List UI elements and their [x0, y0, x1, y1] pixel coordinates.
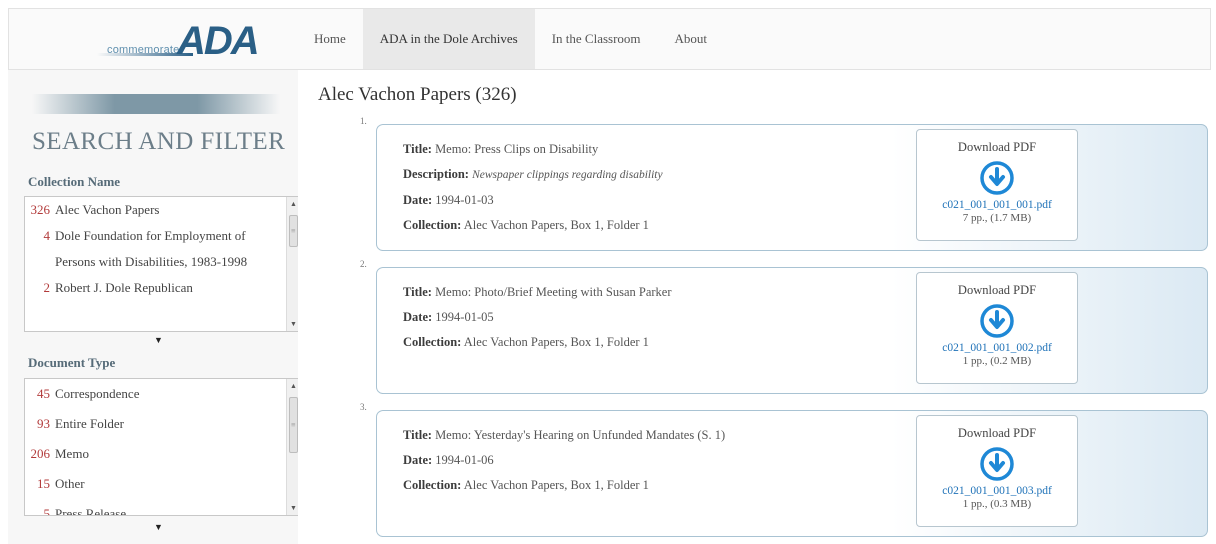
record-title: Title: Memo: Photo/Brief Meeting with Su… — [403, 285, 672, 299]
pdf-file-size: 7 pp., (1.7 MB) — [962, 212, 1032, 224]
record-date: Date: 1994-01-03 — [403, 193, 494, 207]
pdf-file-size: 1 pp., (0.3 MB) — [962, 498, 1032, 510]
record-card: Title: Memo: Photo/Brief Meeting with Su… — [376, 267, 1208, 394]
record-title: Title: Memo: Press Clips on Disability — [403, 142, 599, 156]
record-description: Description: Newspaper clippings regardi… — [403, 167, 663, 181]
scroll-up-icon[interactable]: ▲ — [290, 382, 297, 390]
collection-option[interactable]: 326 Alec Vachon Papers — [25, 197, 300, 223]
document-type-listbox[interactable]: 45 Correspondence 93 Entire Folder 206 M… — [24, 378, 301, 516]
download-pdf-label: Download PDF — [957, 140, 1037, 154]
record-collection: Collection: Alec Vachon Papers, Box 1, F… — [403, 478, 649, 492]
sidebar-decorative-bar — [32, 94, 280, 114]
option-label: Memo — [55, 446, 89, 461]
download-pdf-label: Download PDF — [957, 283, 1037, 297]
download-pdf-label: Download PDF — [957, 426, 1037, 440]
option-count: 5 — [43, 506, 51, 516]
download-icon[interactable] — [980, 447, 1014, 481]
collection-listbox[interactable]: 326 Alec Vachon Papers 4 Dole Foundation… — [24, 196, 301, 332]
record-fields: Title: Memo: Yesterday's Hearing on Unfu… — [403, 423, 903, 498]
doctype-option[interactable]: 5 Press Release — [25, 499, 300, 516]
download-pdf-box[interactable]: Download PDF c021_001_001_002.pdf 1 pp.,… — [916, 272, 1078, 384]
collection-option[interactable]: 2 Robert J. Dole Republican — [25, 275, 300, 301]
logo-small-text: commemorate — [107, 44, 180, 56]
record-number: 3. — [360, 402, 367, 412]
nav-about[interactable]: About — [658, 9, 725, 69]
doctype-option[interactable]: 15 Other — [25, 469, 300, 499]
download-icon[interactable] — [980, 304, 1014, 338]
download-pdf-box[interactable]: Download PDF c021_001_001_001.pdf 7 pp.,… — [916, 129, 1078, 241]
nav-ada-in-dole-archives[interactable]: ADA in the Dole Archives — [362, 9, 535, 69]
option-label: Correspondence — [55, 386, 140, 401]
record-fields: Title: Memo: Press Clips on Disability D… — [403, 137, 903, 238]
record-collection: Collection: Alec Vachon Papers, Box 1, F… — [403, 218, 649, 232]
document-type-heading: Document Type — [28, 355, 116, 370]
site-logo[interactable]: commemorate ADA — [97, 19, 267, 63]
option-count: 93 — [37, 416, 50, 431]
record-card: Title: Memo: Yesterday's Hearing on Unfu… — [376, 410, 1208, 537]
results-panel: Alec Vachon Papers (326) 1. Title: Memo:… — [298, 70, 1211, 544]
pdf-file-link[interactable]: c021_001_001_002.pdf — [917, 342, 1077, 354]
record-title: Title: Memo: Yesterday's Hearing on Unfu… — [403, 428, 726, 442]
collection-name-heading: Collection Name — [28, 174, 121, 189]
pdf-file-link[interactable]: c021_001_001_003.pdf — [917, 485, 1077, 497]
scroll-thumb[interactable] — [289, 397, 298, 453]
doctype-option[interactable]: 93 Entire Folder — [25, 409, 300, 439]
scroll-down-icon[interactable]: ▼ — [290, 320, 297, 328]
main-nav: Home ADA in the Dole Archives In the Cla… — [297, 9, 724, 69]
sidebar: SEARCH AND FILTER Collection Name 326 Al… — [8, 70, 301, 544]
record-fields: Title: Memo: Photo/Brief Meeting with Su… — [403, 280, 903, 355]
option-count: 326 — [30, 202, 51, 217]
option-count: 2 — [43, 280, 51, 295]
option-count: 206 — [30, 446, 51, 461]
top-header: commemorate ADA Home ADA in the Dole Arc… — [8, 8, 1211, 70]
option-label: Alec Vachon Papers — [55, 202, 160, 217]
download-pdf-box[interactable]: Download PDF c021_001_001_003.pdf 1 pp.,… — [916, 415, 1078, 527]
scroll-thumb[interactable] — [289, 215, 298, 247]
scroll-up-icon[interactable]: ▲ — [290, 200, 297, 208]
option-label: Robert J. Dole Republican — [55, 280, 193, 295]
download-icon[interactable] — [980, 161, 1014, 195]
record-date: Date: 1994-01-05 — [403, 310, 494, 324]
logo-big-text: ADA — [177, 19, 260, 63]
scroll-down-icon[interactable]: ▼ — [290, 504, 297, 512]
option-count: 4 — [43, 228, 51, 243]
doctype-option[interactable]: 206 Memo — [25, 439, 300, 469]
nav-in-the-classroom[interactable]: In the Classroom — [535, 9, 658, 69]
results-heading: Alec Vachon Papers (326) — [318, 84, 517, 105]
sidebar-heading: SEARCH AND FILTER — [32, 128, 286, 155]
pdf-file-size: 1 pp., (0.2 MB) — [962, 355, 1032, 367]
expand-doctype-icon[interactable]: ▼ — [154, 522, 163, 532]
option-label: Other — [55, 476, 85, 491]
record-date: Date: 1994-01-06 — [403, 453, 494, 467]
option-count: 15 — [37, 476, 50, 491]
record-number: 1. — [360, 116, 367, 126]
pdf-file-link[interactable]: c021_001_001_001.pdf — [917, 199, 1077, 211]
record-number: 2. — [360, 259, 367, 269]
nav-home[interactable]: Home — [297, 9, 363, 69]
record-collection: Collection: Alec Vachon Papers, Box 1, F… — [403, 335, 649, 349]
option-count: 45 — [37, 386, 50, 401]
option-label: Entire Folder — [55, 416, 124, 431]
doctype-option[interactable]: 45 Correspondence — [25, 379, 300, 409]
collection-option[interactable]: 4 Dole Foundation for Employment of Pers… — [25, 223, 300, 275]
option-label: Dole Foundation for Employment of Person… — [55, 228, 248, 269]
expand-collection-icon[interactable]: ▼ — [154, 335, 163, 345]
record-card: Title: Memo: Press Clips on Disability D… — [376, 124, 1208, 251]
option-label: Press Release — [55, 506, 127, 516]
